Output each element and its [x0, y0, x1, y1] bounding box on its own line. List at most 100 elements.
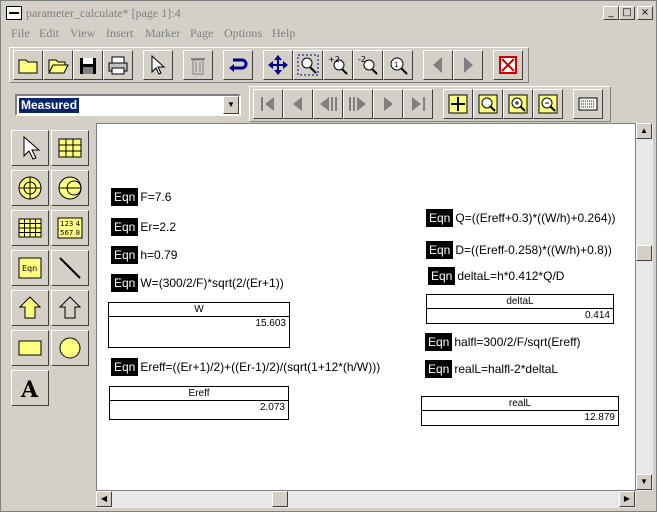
palette-ellipse-button[interactable] [51, 330, 89, 366]
new-button[interactable] [13, 50, 43, 80]
zoom-in-icon: +2 [328, 55, 348, 75]
svg-text:-2: -2 [358, 55, 366, 64]
chevron-down-icon[interactable]: ▼ [223, 96, 239, 114]
title-bar[interactable]: parameter_calculate* [page 1]:4 _ □ × [3, 3, 654, 23]
palette-grid-button[interactable] [11, 210, 49, 246]
open-folder-icon [48, 59, 69, 74]
move-button[interactable] [263, 50, 293, 80]
palette-eqn-button[interactable]: Eqn [11, 250, 49, 286]
export-button[interactable] [573, 89, 603, 119]
text-icon: A [20, 377, 39, 402]
delete-button[interactable] [183, 50, 213, 80]
equation-item[interactable]: Eqn Q=((Ereff+0.3)*((W/h)+0.264)) [426, 208, 616, 228]
equation-canvas[interactable]: Eqn F=7.6 Eqn Er=2.2 Eqn h=0.79 Eqn W=(300/2… [96, 123, 636, 491]
print-button[interactable] [103, 50, 133, 80]
maximize-button[interactable]: □ [619, 6, 635, 20]
svg-text:123 4: 123 4 [60, 220, 81, 228]
palette-line-button[interactable] [51, 250, 89, 286]
open-button[interactable] [43, 50, 73, 80]
next-button[interactable] [373, 89, 403, 119]
tool-palette: 123 4 567 8 Eqn A [9, 126, 93, 406]
palette-arrow-button[interactable] [51, 290, 89, 326]
minimize-button[interactable]: _ [603, 6, 619, 20]
vertical-scroll-thumb[interactable] [636, 245, 652, 261]
palette-smith-button[interactable] [51, 170, 89, 206]
equation-item[interactable]: Eqn W=(300/2/F)*sqrt(2/(Er+1)) [111, 273, 284, 293]
zoom-data-in-button[interactable] [503, 89, 533, 119]
trash-icon [191, 58, 205, 75]
save-button[interactable] [73, 50, 103, 80]
zoom-in-button[interactable]: +2 [323, 50, 353, 80]
menu-insert[interactable]: Insert [106, 26, 133, 41]
menu-view[interactable]: View [70, 26, 95, 41]
palette-arrow-filled-button[interactable] [11, 290, 49, 326]
prev-step-button[interactable] [313, 89, 343, 119]
menu-help[interactable]: Help [272, 26, 295, 41]
move-icon [268, 55, 288, 75]
table-icon [58, 138, 82, 158]
scroll-left-button[interactable]: ◀ [96, 491, 112, 507]
equation-item[interactable]: Eqn F=7.6 [111, 187, 171, 207]
palette-table-button[interactable] [51, 130, 89, 166]
value-box-w[interactable]: W 15.603 [108, 302, 290, 348]
grid-button[interactable] [443, 89, 473, 119]
dataset-combo[interactable]: Measured ▼ [15, 94, 241, 116]
palette-polar-button[interactable] [11, 170, 49, 206]
close-button[interactable]: × [637, 6, 653, 20]
scroll-down-button[interactable]: ▼ [636, 474, 652, 490]
menu-options[interactable]: Options [224, 26, 262, 41]
menu-edit[interactable]: Edit [39, 26, 59, 41]
vertical-scrollbar[interactable]: ▲ ▼ [636, 123, 653, 491]
zoom-out-icon: -2 [358, 55, 378, 75]
line-icon [59, 257, 81, 279]
menu-marker[interactable]: Marker [145, 26, 180, 41]
next-step-button[interactable] [343, 89, 373, 119]
zoom-data-button[interactable] [473, 89, 503, 119]
scroll-up-button[interactable]: ▲ [636, 123, 652, 139]
zoom-fit-button[interactable]: 1 [383, 50, 413, 80]
first-button[interactable] [253, 89, 283, 119]
equation-item[interactable]: Eqn D=((Ereff-0.258)*((W/h)+0.8)) [426, 240, 612, 260]
horizontal-scroll-thumb[interactable] [272, 491, 288, 507]
equation-item[interactable]: Eqn realL=halfl-2*deltaL [425, 359, 558, 379]
pointer-icon [23, 135, 41, 160]
scroll-right-button[interactable]: ▶ [619, 491, 635, 507]
select-button[interactable] [143, 50, 173, 80]
menu-file[interactable]: File [11, 26, 30, 41]
svg-text:Eqn: Eqn [22, 264, 37, 273]
palette-select-button[interactable] [11, 130, 49, 166]
zoom-data-in-icon [508, 94, 528, 114]
horizontal-scrollbar[interactable]: ◀ ▶ [96, 491, 636, 508]
zoom-out-button[interactable]: -2 [353, 50, 383, 80]
save-icon [80, 58, 96, 74]
palette-rectangle-button[interactable] [11, 330, 49, 366]
prev-button[interactable] [283, 89, 313, 119]
value-box-deltal[interactable]: deltaL 0.414 [426, 294, 614, 324]
svg-text:567 8: 567 8 [60, 229, 80, 237]
stop-button[interactable] [493, 50, 523, 80]
last-icon [412, 97, 425, 111]
dataset-combo-value: Measured [19, 98, 80, 113]
prev-page-button[interactable] [423, 50, 453, 80]
palette-text-button[interactable]: A [11, 370, 49, 406]
numbers-icon: 123 4567 8 [57, 217, 83, 239]
equation-item[interactable]: Eqn deltaL=h*0.412*Q/D [428, 266, 564, 286]
zoom-data-out-button[interactable] [533, 89, 563, 119]
value-box-ereff[interactable]: Ereff 2.073 [109, 386, 289, 420]
equation-item[interactable]: Eqn Ereff=((Er+1)/2)+((Er-1)/2)/(sqrt(1+1… [111, 357, 380, 377]
folder-icon [18, 59, 38, 74]
next-page-button[interactable] [453, 50, 483, 80]
equation-item[interactable]: Eqn Er=2.2 [111, 217, 176, 237]
menu-page[interactable]: Page [190, 26, 213, 41]
equation-item[interactable]: Eqn h=0.79 [111, 245, 177, 265]
palette-numbers-button[interactable]: 123 4 567 8 [51, 210, 89, 246]
equation-item[interactable]: Eqn halfl=300/2/F/sqrt(Ereff) [425, 332, 581, 352]
grid-icon [18, 218, 42, 238]
value-box-reall[interactable]: realL 12.879 [421, 396, 619, 426]
zoom-box-button[interactable] [293, 50, 323, 80]
last-button[interactable] [403, 89, 433, 119]
export-icon [578, 97, 598, 111]
app-icon[interactable] [6, 6, 22, 20]
undo-button[interactable] [223, 50, 253, 80]
smith-chart-icon [58, 176, 82, 200]
